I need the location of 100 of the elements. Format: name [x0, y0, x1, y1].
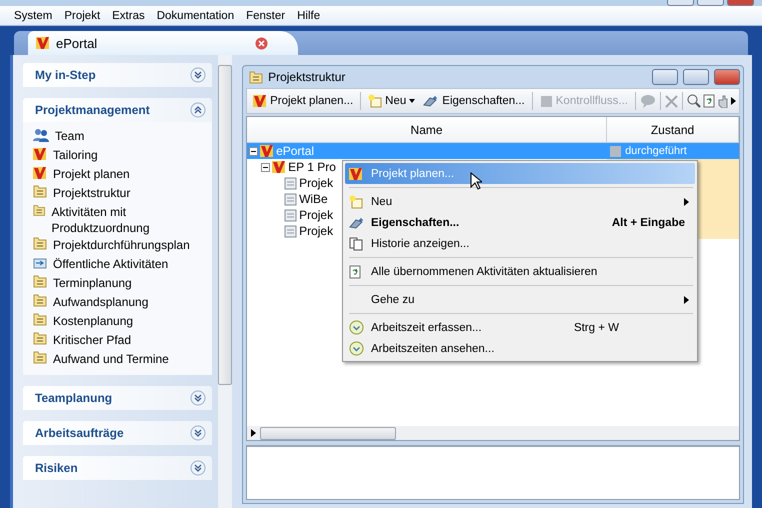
menu-item[interactable]: Fenster	[240, 10, 292, 22]
horizontal-scrollbar[interactable]	[247, 426, 739, 440]
folder-tree-icon	[33, 351, 47, 364]
close-button[interactable]	[714, 69, 740, 85]
shortcut-label: Alt + Eingabe	[612, 216, 686, 228]
menu-item[interactable]: Hilfe	[291, 10, 326, 22]
column-header[interactable]: Zustand	[607, 117, 739, 142]
collapse-icon[interactable]	[249, 146, 258, 156]
menu-item[interactable]: Arbeitszeiten ansehen...	[345, 338, 695, 359]
clock-check-icon	[349, 341, 364, 356]
tab[interactable]: ePortal	[28, 31, 298, 55]
menu-item[interactable]: Gehe zu	[345, 289, 695, 310]
delete-icon[interactable]	[665, 94, 678, 108]
document-icon	[284, 224, 298, 238]
maximize-button[interactable]	[697, 0, 724, 6]
expand-icon[interactable]	[190, 390, 206, 406]
toolbar-button[interactable]: Neu	[365, 91, 418, 111]
section-header[interactable]: Teamplanung	[23, 386, 212, 410]
expand-icon[interactable]	[190, 67, 206, 83]
sidebar-link[interactable]: Projektstruktur	[53, 185, 130, 201]
menu-item[interactable]: Eigenschaften... Alt + Eingabe	[345, 212, 695, 233]
menu-item[interactable]: System	[8, 10, 58, 22]
folder-tree-icon	[33, 332, 47, 345]
tree-item-label: EP 1 Pro	[288, 160, 336, 174]
column-header[interactable]: Name	[247, 117, 608, 142]
section-header[interactable]: Arbeitsaufträge	[23, 421, 212, 445]
properties-icon	[423, 95, 440, 107]
folder-tree-icon	[33, 313, 47, 326]
sidebar-link[interactable]: Aufwand und Termine	[53, 351, 169, 367]
menu-item[interactable]: Alle übernommenen Aktivitäten aktualisieren	[345, 261, 695, 282]
more-icon	[731, 97, 736, 105]
v-logo-icon	[33, 166, 47, 180]
refresh-document-icon	[703, 94, 715, 108]
menu-item[interactable]: Projekt	[58, 10, 106, 22]
menu-item-label: Alle übernommenen Aktivitäten aktualisieren	[371, 266, 598, 278]
toolbar-button[interactable]: Eigenschaften...	[420, 91, 528, 111]
new-document-icon	[349, 194, 363, 208]
clock-check-icon	[349, 320, 364, 335]
v-logo-icon	[349, 166, 363, 180]
v-logo-icon	[260, 144, 274, 158]
minimize-button[interactable]	[667, 0, 694, 6]
document-icon	[284, 192, 298, 206]
menu-item-label: Neu	[371, 196, 394, 208]
v-logo-icon	[272, 160, 286, 174]
properties-icon	[349, 216, 365, 228]
menu-item[interactable]: Extras	[106, 10, 151, 22]
folder-tree-icon	[33, 294, 47, 307]
expand-icon[interactable]	[190, 425, 206, 441]
scroll-thumb[interactable]	[218, 65, 232, 385]
tree-item-label: Projek	[299, 208, 334, 222]
menu-item-label: Eigenschaften...	[371, 216, 460, 228]
refresh-document-icon	[349, 264, 361, 278]
square-icon	[540, 94, 553, 108]
folder-tree-icon	[33, 185, 47, 198]
scroll-thumb[interactable]	[260, 426, 396, 440]
sidebar-link[interactable]: Projekt planen	[53, 166, 130, 182]
sidebar-link[interactable]: Kostenplanung	[53, 313, 134, 329]
menu-item-label: Gehe zu	[371, 294, 416, 306]
close-button[interactable]	[727, 0, 754, 6]
folder-tree-icon	[249, 70, 264, 84]
sidebar-link[interactable]: Öffentliche Aktivitäten	[53, 256, 168, 272]
toolbar-button[interactable]: Projekt planen...	[250, 91, 356, 111]
menu-item[interactable]: Dokumentation	[150, 10, 240, 22]
shortcut-label: Strg + W	[574, 322, 620, 334]
sidebar-link[interactable]: Terminplanung	[53, 275, 132, 291]
folder-tree-icon	[33, 204, 46, 217]
tree-item-label: Projek	[299, 224, 334, 238]
people-icon	[33, 128, 49, 142]
section-header[interactable]: Risiken	[23, 456, 212, 480]
search-icon[interactable]	[687, 94, 701, 108]
sidebar-link[interactable]: Projektdurchführungsplan	[53, 237, 190, 253]
sidebar-link[interactable]: Tailoring	[53, 147, 98, 163]
document-icon	[284, 176, 298, 190]
folder-tree-icon	[33, 275, 47, 288]
sidebar-link[interactable]: Team	[55, 128, 84, 144]
collapse-icon[interactable]	[261, 162, 270, 172]
sidebar-link[interactable]: Aufwandsplanung	[53, 294, 148, 310]
state-text: durchgeführt	[625, 144, 687, 158]
menu-item-label: Arbeitszeit erfassen...	[371, 322, 483, 334]
menu-item-label: Historie anzeigen...	[371, 238, 470, 250]
v-logo-icon	[33, 147, 47, 161]
section-header[interactable]: Projektmanagement	[23, 98, 212, 122]
tree-item-label: ePortal	[276, 144, 314, 158]
pages-icon	[349, 236, 363, 250]
close-icon[interactable]	[255, 36, 268, 50]
sidebar-link[interactable]: Kritischer Pfad	[53, 332, 132, 348]
square-icon	[609, 144, 622, 158]
menu-item-label: Projekt planen...	[371, 168, 456, 180]
minimize-button[interactable]	[652, 69, 678, 85]
menu-item-label: Arbeitszeiten ansehen...	[371, 342, 496, 354]
sidebar-link[interactable]: Aktivitäten mit Produktzuordnung	[51, 204, 208, 236]
menu-item[interactable]: Neu	[345, 191, 695, 212]
maximize-button[interactable]	[683, 69, 709, 85]
section-header[interactable]: My in-Step	[23, 63, 212, 87]
hand-icon[interactable]	[717, 94, 729, 108]
folder-tree-icon	[33, 237, 47, 250]
scrollbar[interactable]	[218, 55, 232, 508]
menu-item[interactable]: Historie anzeigen...	[345, 233, 695, 254]
menu-item[interactable]: Arbeitszeit erfassen... Strg + W	[345, 317, 695, 338]
expand-icon[interactable]	[190, 460, 206, 476]
